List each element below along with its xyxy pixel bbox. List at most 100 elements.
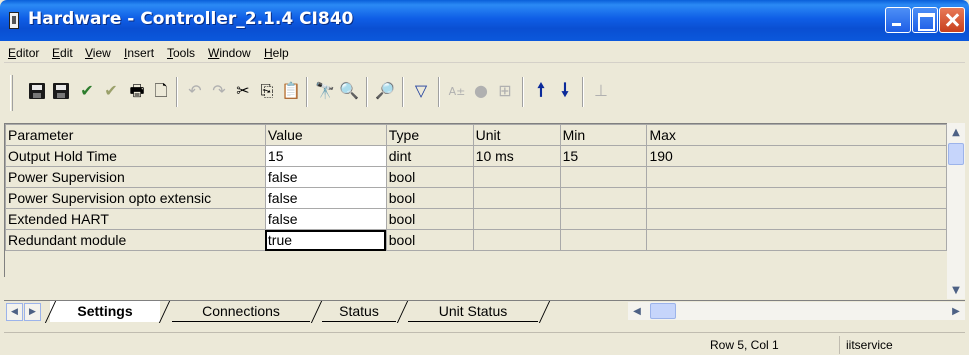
parameter-table: Parameter Value Type Unit Min Max Output… — [5, 124, 947, 251]
horizontal-scrollbar[interactable]: ◀ ▶ — [628, 302, 965, 320]
up-arrow-icon[interactable]: 🠕 — [530, 79, 552, 103]
scroll-up-icon[interactable]: ▲ — [947, 123, 965, 141]
menu-help[interactable]: Help — [264, 46, 289, 60]
find-icon[interactable]: 🔭 — [314, 79, 336, 103]
application-window: Hardware - Controller_2.1.4 CI840 Editor… — [0, 0, 969, 355]
parameter-grid: Parameter Value Type Unit Min Max Output… — [4, 123, 947, 277]
value-cell[interactable]: false — [264, 166, 387, 188]
table-row[interactable]: Extended HART false bool — [5, 208, 947, 230]
comment-icon[interactable]: ▽ — [410, 79, 432, 103]
save-all-icon[interactable] — [50, 79, 72, 103]
cursor-position: Row 5, Col 1 — [710, 338, 779, 352]
user-name: iitservice — [839, 336, 949, 354]
redo-icon[interactable]: ↷ — [208, 79, 230, 103]
toolbar-separator — [582, 77, 584, 107]
table-row[interactable]: Power Supervision opto extensic false bo… — [5, 187, 947, 209]
toolbar-grip[interactable] — [10, 75, 13, 111]
anchor-icon[interactable]: ⊥ — [590, 79, 612, 103]
value-cell-selected[interactable]: true — [264, 229, 387, 251]
print-icon[interactable]: 🖶 — [126, 79, 148, 103]
title-bar[interactable]: Hardware - Controller_2.1.4 CI840 — [0, 0, 969, 41]
unit-cell — [472, 229, 561, 251]
find-next-icon[interactable]: 🔍 — [338, 79, 360, 103]
scroll-left-icon[interactable]: ◀ — [628, 302, 646, 320]
tab-unit-status[interactable]: Unit Status — [408, 301, 538, 322]
table-row[interactable]: Power Supervision false bool — [5, 166, 947, 188]
parameter-cell[interactable]: Extended HART — [5, 208, 266, 230]
minimize-button[interactable] — [885, 7, 911, 33]
scroll-right-icon[interactable]: ▶ — [947, 302, 965, 320]
toolbar-separator — [306, 77, 308, 107]
vertical-scrollbar[interactable]: ▲ ▼ — [947, 123, 965, 299]
parameter-cell[interactable]: Power Supervision opto extensic — [5, 187, 266, 209]
font-icon[interactable]: A± — [446, 79, 468, 103]
value-cell[interactable]: 15 — [264, 145, 387, 167]
type-cell: bool — [385, 187, 474, 209]
replace-icon[interactable]: 🔎 — [374, 79, 396, 103]
toolbar-separator — [402, 77, 404, 107]
check-icon[interactable]: ✔ — [76, 79, 98, 103]
min-cell — [559, 208, 648, 230]
paste-icon[interactable]: 📋 — [280, 79, 302, 103]
type-cell: bool — [385, 229, 474, 251]
column-header[interactable]: Value — [264, 124, 387, 146]
menu-edit[interactable]: Edit — [52, 46, 73, 60]
tab-divider — [158, 301, 171, 323]
down-arrow-icon[interactable]: 🠗 — [554, 79, 576, 103]
status-bar: Row 5, Col 1 iitservice — [4, 332, 965, 355]
type-cell: dint — [385, 145, 474, 167]
column-header[interactable]: Min — [559, 124, 648, 146]
maximize-button[interactable] — [912, 7, 938, 33]
menu-window[interactable]: Window — [208, 46, 251, 60]
copy-icon[interactable]: ⎘ — [256, 79, 278, 103]
type-cell: bool — [385, 208, 474, 230]
unit-cell — [472, 187, 561, 209]
value-cell[interactable]: false — [264, 208, 387, 230]
column-header[interactable]: Parameter — [5, 124, 266, 146]
menu-bar: Editor Edit View Insert Tools Window Hel… — [4, 42, 965, 63]
menu-tools[interactable]: Tools — [167, 46, 195, 60]
unit-cell — [472, 166, 561, 188]
close-button[interactable] — [939, 7, 965, 33]
scroll-thumb[interactable] — [650, 303, 676, 319]
column-header[interactable]: Max — [646, 124, 947, 146]
menu-insert[interactable]: Insert — [124, 46, 154, 60]
unit-cell — [472, 208, 561, 230]
parameter-cell[interactable]: Output Hold Time — [5, 145, 266, 167]
toolbar: ✔ ✔ 🖶 🗋 ↶ ↷ ✂ ⎘ 📋 🔭 🔍 🔎 ▽ A± ● ⊞ 🠕 🠗 ⊥ — [4, 65, 965, 119]
scroll-down-icon[interactable]: ▼ — [947, 281, 965, 299]
menu-view[interactable]: View — [85, 46, 111, 60]
max-cell — [646, 229, 947, 251]
undo-icon[interactable]: ↶ — [184, 79, 206, 103]
save-icon[interactable] — [26, 79, 48, 103]
column-header[interactable]: Unit — [472, 124, 561, 146]
type-cell: bool — [385, 166, 474, 188]
tab-scroll-right-icon[interactable]: ▶ — [24, 303, 41, 321]
toolbar-separator — [522, 77, 524, 107]
max-cell — [646, 208, 947, 230]
tree-icon[interactable]: ⊞ — [494, 79, 516, 103]
value-cell[interactable]: false — [264, 187, 387, 209]
tab-connections[interactable]: Connections — [172, 301, 310, 322]
min-cell — [559, 166, 648, 188]
max-cell — [646, 166, 947, 188]
parameter-cell[interactable]: Power Supervision — [5, 166, 266, 188]
table-header-row: Parameter Value Type Unit Min Max — [5, 124, 947, 146]
check-all-icon[interactable]: ✔ — [100, 79, 122, 103]
toolbar-separator — [176, 77, 178, 107]
table-row[interactable]: Output Hold Time 15 dint 10 ms 15 190 — [5, 145, 947, 167]
menu-editor[interactable]: Editor — [8, 46, 39, 60]
print-preview-icon[interactable]: 🗋 — [150, 79, 172, 103]
tab-divider — [310, 301, 323, 323]
tab-status[interactable]: Status — [322, 301, 396, 322]
breakpoint-icon[interactable]: ● — [470, 79, 492, 103]
tab-settings[interactable]: Settings — [50, 301, 160, 322]
scroll-thumb[interactable] — [948, 143, 964, 165]
tab-divider — [396, 301, 409, 323]
parameter-cell[interactable]: Redundant module — [5, 229, 266, 251]
column-header[interactable]: Type — [385, 124, 474, 146]
min-cell — [559, 187, 648, 209]
table-row[interactable]: Redundant module true bool — [5, 229, 947, 251]
cut-icon[interactable]: ✂ — [232, 79, 254, 103]
tab-scroll-left-icon[interactable]: ◀ — [6, 303, 23, 321]
